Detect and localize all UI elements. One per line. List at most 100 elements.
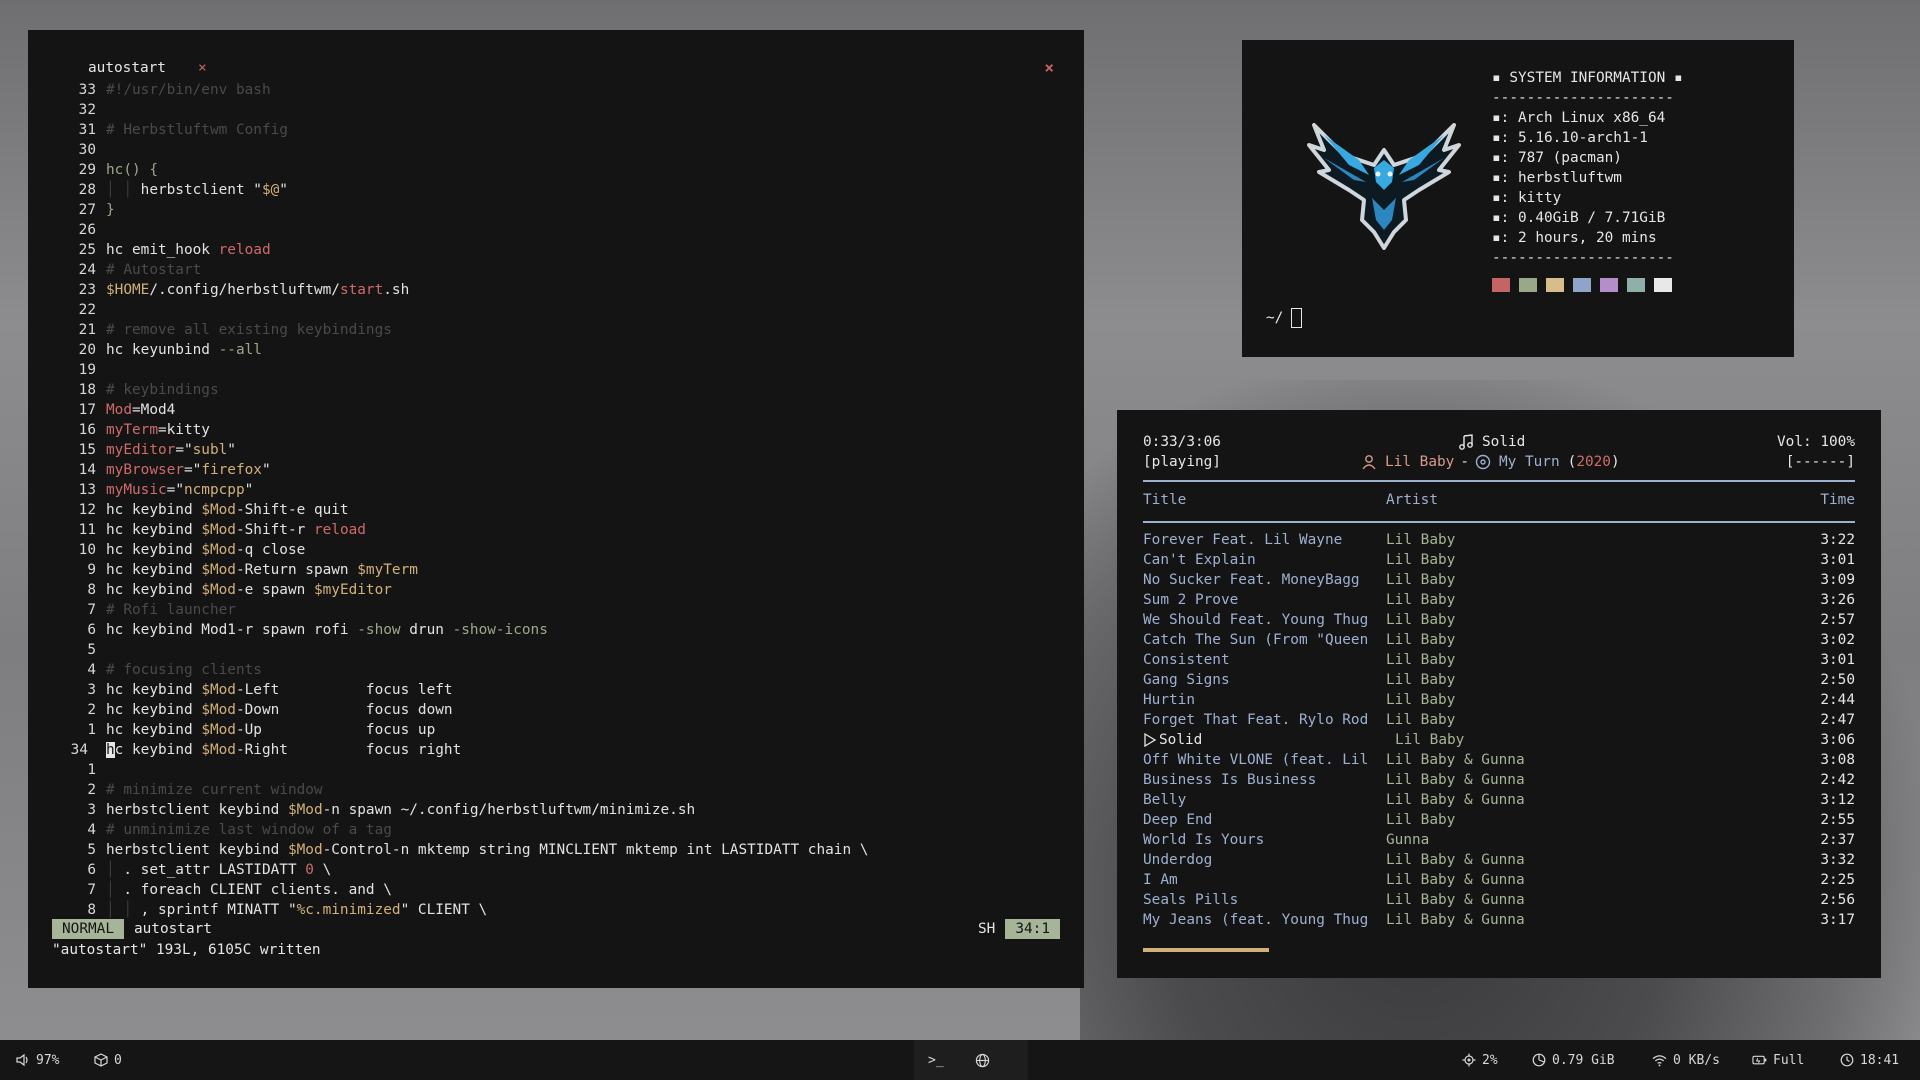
code-token: │ │	[106, 182, 141, 198]
code-token: .sh	[383, 282, 410, 298]
code-line[interactable]: 3 hc keybind $Mod-Left focus left	[28, 680, 1084, 700]
editor-tab-autostart[interactable]: autostart	[88, 60, 166, 76]
playlist-row[interactable]: I Am Lil Baby & Gunna 2:25	[1143, 870, 1855, 890]
code-line[interactable]: 15 myEditor="subl"	[28, 440, 1084, 460]
meta-separator: -	[1460, 454, 1469, 470]
code-line[interactable]: 21 # remove all existing keybindings	[28, 320, 1084, 340]
playlist-row[interactable]: Business Is Business Lil Baby & Gunna 2:42	[1143, 770, 1855, 790]
code-line[interactable]: 2 hc keybind $Mod-Down focus down	[28, 700, 1084, 720]
column-artist[interactable]: Artist	[1386, 490, 1438, 510]
playlist-row[interactable]: We Should Feat. Young Thug Lil Baby 2:57	[1143, 610, 1855, 630]
code-line[interactable]: 7 # Rofi launcher	[28, 600, 1084, 620]
code-line[interactable]: 12 hc keybind $Mod-Shift-e quit	[28, 500, 1084, 520]
code-line[interactable]: 25 hc emit_hook reload	[28, 240, 1084, 260]
code-line[interactable]: 18 # keybindings	[28, 380, 1084, 400]
playlist-row[interactable]: World Is Yours Gunna 2:37	[1143, 830, 1855, 850]
code-line[interactable]: 28 │ │ herbstclient "$@"	[28, 180, 1084, 200]
code-line[interactable]: 6 │ . set_attr LASTIDATT 0 \	[28, 860, 1084, 880]
tab-close-icon[interactable]: ×	[198, 60, 207, 76]
code-line[interactable]: 2 # minimize current window	[28, 780, 1084, 800]
code-line[interactable]: 5 herbstclient keybind $Mod-Control-n mkt…	[28, 840, 1084, 860]
code-line[interactable]: 33 #!/usr/bin/env bash	[28, 80, 1084, 100]
code-line[interactable]: 24 # Autostart	[28, 260, 1084, 280]
code-line[interactable]: 7 │ . foreach CLIENT clients. and \	[28, 880, 1084, 900]
code-line[interactable]: 16 myTerm=kitty	[28, 420, 1084, 440]
track-title-text: Solid	[1159, 732, 1203, 748]
playlist-row[interactable]: Deep End Lil Baby 2:55	[1143, 810, 1855, 830]
code-line[interactable]: 6 hc keybind Mod1-r spawn rofi -show drun…	[28, 620, 1084, 640]
code-area[interactable]: 33 #!/usr/bin/env bash 32 31 # Herbstluftwm …	[28, 80, 1084, 920]
sysinfo-row: ▪: 0.40GiB / 7.71GiB	[1492, 210, 1666, 226]
updates-indicator[interactable]: 0	[94, 1040, 122, 1080]
year-close: )	[1610, 454, 1620, 470]
playlist-row[interactable]: Underdog Lil Baby & Gunna 3:32	[1143, 850, 1855, 870]
code-line[interactable]: 14 myBrowser="firefox"	[28, 460, 1084, 480]
code-line[interactable]: 17 Mod=Mod4	[28, 400, 1084, 420]
code-token: 0	[305, 862, 314, 878]
battery-indicator[interactable]: Full	[1752, 1040, 1804, 1080]
playlist-row[interactable]: Forever Feat. Lil Wayne Lil Baby 3:22	[1143, 530, 1855, 550]
code-line[interactable]: 23 $HOME/.config/herbstluftwm/start.sh	[28, 280, 1084, 300]
volume-indicator[interactable]: 97%	[16, 1040, 59, 1080]
cpu-indicator[interactable]: 2%	[1462, 1040, 1498, 1080]
code-line[interactable]: 30	[28, 140, 1084, 160]
code-line[interactable]: 29 hc() {	[28, 160, 1084, 180]
code-line[interactable]: 32	[28, 100, 1084, 120]
code-line[interactable]: 4 # focusing clients	[28, 660, 1084, 680]
playlist[interactable]: Forever Feat. Lil Wayne Lil Baby 3:22 Can't…	[1143, 530, 1855, 930]
music-player-window[interactable]: 0:33/3:06 [playing] Solid Lil Baby - My …	[1117, 410, 1881, 978]
playlist-row[interactable]: Consistent Lil Baby 3:01	[1143, 650, 1855, 670]
playlist-row[interactable]: My Jeans (feat. Young Thug Lil Baby & Gun…	[1143, 910, 1855, 930]
code-line[interactable]: 1	[28, 760, 1084, 780]
track-artist: Lil Baby	[1386, 572, 1456, 588]
sysinfo-window[interactable]: ▪ SYSTEM INFORMATION ▪ ------------------…	[1242, 40, 1794, 357]
code-line[interactable]: 10 hc keybind $Mod-q close	[28, 540, 1084, 560]
code-line[interactable]: 3 herbstclient keybind $Mod-n spawn ~/.co…	[28, 800, 1084, 820]
playlist-row[interactable]: No Sucker Feat. MoneyBagg Lil Baby 3:09	[1143, 570, 1855, 590]
code-token: -Shift-r	[235, 522, 314, 538]
code-line[interactable]: 34 hc keybind $Mod-Right focus right	[28, 740, 1084, 760]
playlist-row[interactable]: Hurtin Lil Baby 2:44	[1143, 690, 1855, 710]
terminal-launcher[interactable]: >_	[928, 1040, 944, 1080]
code-line[interactable]: 22	[28, 300, 1084, 320]
playlist-row[interactable]: Can't Explain Lil Baby 3:01	[1143, 550, 1855, 570]
code-line[interactable]: 27}	[28, 200, 1084, 220]
code-line[interactable]: 9 hc keybind $Mod-Return spawn $myTerm	[28, 560, 1084, 580]
playlist-row[interactable]: Belly Lil Baby & Gunna 3:12	[1143, 790, 1855, 810]
track-duration: 3:08	[1820, 752, 1855, 768]
track-duration: 3:01	[1820, 652, 1855, 668]
code-line[interactable]: 8 hc keybind $Mod-e spawn $myEditor	[28, 580, 1084, 600]
code-line[interactable]: 5	[28, 640, 1084, 660]
code-line[interactable]: 20 hc keyunbind --all	[28, 340, 1084, 360]
playback-progress-bar[interactable]	[1143, 948, 1269, 952]
code-line[interactable]: 26	[28, 220, 1084, 240]
playlist-row[interactable]: Sum 2 Prove Lil Baby 3:26	[1143, 590, 1855, 610]
memory-indicator[interactable]: 0.79 GiB	[1532, 1040, 1615, 1080]
playlist-row[interactable]: Forget That Feat. Rylo Rod Lil Baby 2:47	[1143, 710, 1855, 730]
code-line[interactable]: 13 myMusic="ncmpcpp"	[28, 480, 1084, 500]
playlist-row-playing[interactable]: Solid Lil Baby 3:06	[1143, 730, 1855, 750]
code-line[interactable]: 1 hc keybind $Mod-Up focus up	[28, 720, 1084, 740]
clock-indicator[interactable]: 18:41	[1840, 1040, 1899, 1080]
browser-launcher[interactable]	[975, 1040, 996, 1080]
column-title[interactable]: Title	[1143, 490, 1186, 510]
code-line[interactable]: 19	[28, 360, 1084, 380]
code-line[interactable]: 4 # unminimize last window of a tag	[28, 820, 1084, 840]
playlist-row[interactable]: Seals Pills Lil Baby & Gunna 2:56	[1143, 890, 1855, 910]
playlist-row[interactable]: Gang Signs Lil Baby 2:50	[1143, 670, 1855, 690]
code-line[interactable]: 11 hc keybind $Mod-Shift-r reload	[28, 520, 1084, 540]
track-title: World Is Yours	[1143, 832, 1265, 848]
volume-level: Vol: 100%	[1777, 434, 1855, 450]
column-time[interactable]: Time	[1820, 490, 1855, 510]
code-token: $myEditor	[313, 582, 392, 598]
editor-window[interactable]: autostart × × 33 #!/usr/bin/env bash 32 31 #…	[28, 30, 1084, 988]
playlist-header: Title Artist Time	[1143, 490, 1855, 510]
window-close-icon[interactable]: ×	[1044, 58, 1054, 77]
playlist-row[interactable]: Catch The Sun (From "Queen Lil Baby 3:02	[1143, 630, 1855, 650]
shell-prompt[interactable]: ~/	[1266, 308, 1303, 328]
network-indicator[interactable]: 0 KB/s	[1652, 1040, 1720, 1080]
line-number: 2	[87, 702, 96, 718]
code-line[interactable]: 8 │ │ , sprintf MINATT "%c.minimized" CLI…	[28, 900, 1084, 920]
playlist-row[interactable]: Off White VLONE (feat. Lil Lil Baby & Gun…	[1143, 750, 1855, 770]
code-line[interactable]: 31 # Herbstluftwm Config	[28, 120, 1084, 140]
